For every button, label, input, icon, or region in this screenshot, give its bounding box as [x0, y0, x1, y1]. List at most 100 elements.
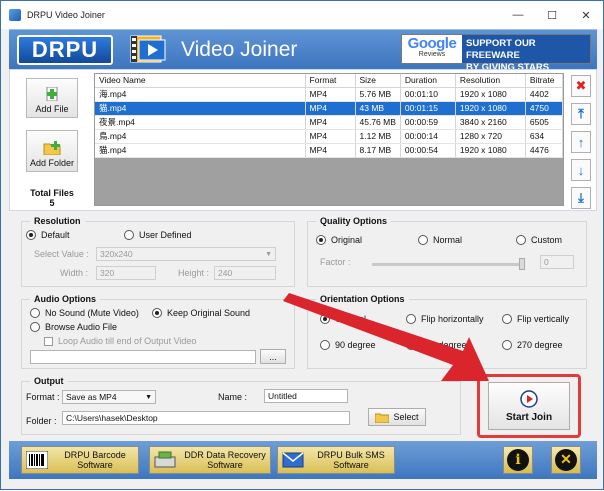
total-files-value: 5	[49, 198, 55, 208]
col-duration[interactable]: Duration	[400, 74, 456, 88]
bottom-bar: DRPU Barcode Software DDR Data Recovery So…	[9, 441, 597, 479]
table-row-selected[interactable]: 猫.mp4 MP4 43 MB 00:01:15 1920 x 1080 475…	[95, 101, 563, 116]
move-up-button[interactable]: ↑	[571, 131, 591, 153]
flip-horizontal-label: Flip horizontally	[421, 314, 484, 324]
move-down-button[interactable]: ↓	[571, 159, 591, 181]
move-bottom-icon: ⤓	[578, 190, 584, 205]
loop-audio-checkbox[interactable]: Loop Audio till end of Output Video	[44, 336, 196, 346]
rotate-270-option[interactable]: 270 degree	[502, 340, 563, 350]
exit-button[interactable]: ✕	[551, 446, 581, 474]
col-video-name[interactable]: Video Name	[95, 74, 306, 88]
video-table[interactable]: Video Name Format Size Duration Resoluti…	[94, 73, 564, 206]
browse-audio-button[interactable]: ...	[260, 349, 286, 364]
factor-input[interactable]: 0	[540, 255, 574, 269]
rotate-180-option[interactable]: 180 degree	[406, 340, 467, 350]
col-resolution[interactable]: Resolution	[455, 74, 526, 88]
ddr-data-recovery-button[interactable]: DDR Data Recovery Software	[149, 446, 271, 474]
keep-original-sound-label: Keep Original Sound	[167, 308, 251, 318]
col-bitrate[interactable]: Bitrate	[525, 74, 563, 88]
flip-vertical-option[interactable]: Flip vertically	[502, 314, 569, 324]
maximize-button[interactable]: ☐	[535, 1, 569, 29]
drpu-logo: DRPU	[17, 35, 113, 65]
slider-thumb[interactable]	[519, 258, 525, 270]
radio-icon	[26, 230, 36, 240]
start-join-button[interactable]: Start Join	[488, 382, 570, 430]
flip-horizontal-option[interactable]: Flip horizontally	[406, 314, 484, 324]
barcode-line1: DRPU Barcode	[64, 450, 126, 460]
quality-original-label: Original	[331, 235, 363, 245]
cell-duration: 00:01:15	[400, 101, 456, 116]
add-file-icon	[46, 87, 58, 101]
file-list-section: Add File Add Folder Total Files 5 Video …	[9, 69, 597, 211]
radio-icon	[320, 340, 330, 350]
select-folder-button[interactable]: Select	[368, 408, 426, 426]
cell-name: 鳥.mp4	[95, 129, 306, 144]
drpu-bulk-sms-button[interactable]: DRPU Bulk SMS Software	[277, 446, 395, 474]
resolution-user-defined-option[interactable]: User Defined	[124, 230, 192, 240]
cell-format: MP4	[305, 87, 356, 102]
cell-bitrate: 4750	[525, 101, 563, 116]
add-folder-button[interactable]: Add Folder	[26, 130, 78, 172]
height-label: Height :	[178, 268, 210, 278]
recovery-line1: DDR Data Recovery	[184, 450, 266, 460]
google-review-banner[interactable]: Google Reviews SUPPORT OUR FREEWARE BY G…	[401, 34, 591, 85]
loop-audio-label: Loop Audio till end of Output Video	[58, 336, 197, 346]
output-title: Output	[30, 376, 68, 386]
table-row[interactable]: 猫.mp4 MP4 8.17 MB 00:00:54 1920 x 1080 4…	[95, 143, 563, 158]
quality-original-option[interactable]: Original	[316, 235, 362, 245]
move-bottom-button[interactable]: ⤓	[571, 187, 591, 209]
output-folder-input[interactable]: C:\Users\hasek\Desktop	[62, 411, 350, 425]
barcode-icon	[26, 451, 48, 469]
total-files-label: Total Files	[30, 188, 74, 198]
table-row[interactable]: 鳥.mp4 MP4 1.12 MB 00:00:14 1280 x 720 63…	[95, 129, 563, 144]
col-size[interactable]: Size	[355, 74, 401, 88]
minimize-button[interactable]: —	[501, 1, 535, 29]
checkbox-icon	[44, 336, 53, 346]
cell-resolution: 1920 x 1080	[455, 87, 526, 102]
cell-size: 45.76 MB	[355, 115, 401, 130]
data-recovery-icon	[154, 451, 176, 468]
table-row[interactable]: 海.mp4 MP4 5.76 MB 00:01:10 1920 x 1080 4…	[95, 87, 563, 102]
barcode-line2: Software	[77, 460, 113, 470]
keep-original-sound-option[interactable]: Keep Original Sound	[152, 308, 250, 318]
no-sound-option[interactable]: No Sound (Mute Video)	[30, 308, 139, 318]
cell-size: 1.12 MB	[355, 129, 401, 144]
audio-file-input[interactable]	[30, 350, 256, 364]
add-folder-label: Add Folder	[29, 158, 75, 168]
rotate-90-option[interactable]: 90 degree	[320, 340, 376, 350]
start-join-label: Start Join	[505, 411, 553, 423]
browse-audio-option[interactable]: Browse Audio File	[30, 322, 117, 332]
factor-slider[interactable]	[372, 258, 525, 270]
rotate-270-label: 270 degree	[517, 340, 563, 350]
quality-normal-option[interactable]: Normal	[418, 235, 462, 245]
info-button[interactable]: i	[503, 446, 533, 474]
format-dropdown[interactable]: Save as MP4 ▼	[62, 390, 156, 404]
close-window-button[interactable]: ✕	[569, 1, 603, 29]
cell-format: MP4	[305, 101, 356, 116]
title-bar: DRPU Video Joiner — ☐ ✕	[1, 1, 603, 29]
height-input[interactable]: 240	[214, 266, 276, 280]
remove-item-button[interactable]: ✖	[571, 75, 591, 97]
drpu-barcode-button[interactable]: DRPU Barcode Software	[21, 446, 139, 474]
table-header-row: Video Name Format Size Duration Resoluti…	[95, 74, 563, 88]
app-title: Video Joiner	[181, 38, 298, 61]
quality-custom-option[interactable]: Custom	[516, 235, 562, 245]
move-top-button[interactable]: ⤒	[571, 103, 591, 125]
width-input[interactable]: 320	[96, 266, 156, 280]
radio-icon	[406, 314, 416, 324]
cell-resolution: 3840 x 2160	[455, 115, 526, 130]
select-value-dropdown[interactable]: 320x240 ▼	[96, 247, 276, 261]
quality-custom-label: Custom	[531, 235, 563, 245]
quality-normal-label: Normal	[433, 235, 463, 245]
orientation-original-option[interactable]: Original	[320, 314, 366, 324]
chevron-down-icon: ▼	[145, 393, 152, 401]
remove-x-icon: ✖	[575, 78, 587, 93]
window-controls: — ☐ ✕	[501, 1, 603, 29]
output-name-input[interactable]: Untitled	[264, 389, 348, 403]
table-row[interactable]: 夜景.mp4 MP4 45.76 MB 00:00:59 3840 x 2160…	[95, 115, 563, 130]
cell-format: MP4	[305, 143, 356, 158]
add-file-button[interactable]: Add File	[26, 78, 78, 118]
col-format[interactable]: Format	[305, 74, 356, 88]
resolution-default-option[interactable]: Default	[26, 230, 70, 240]
radio-icon	[502, 314, 512, 324]
